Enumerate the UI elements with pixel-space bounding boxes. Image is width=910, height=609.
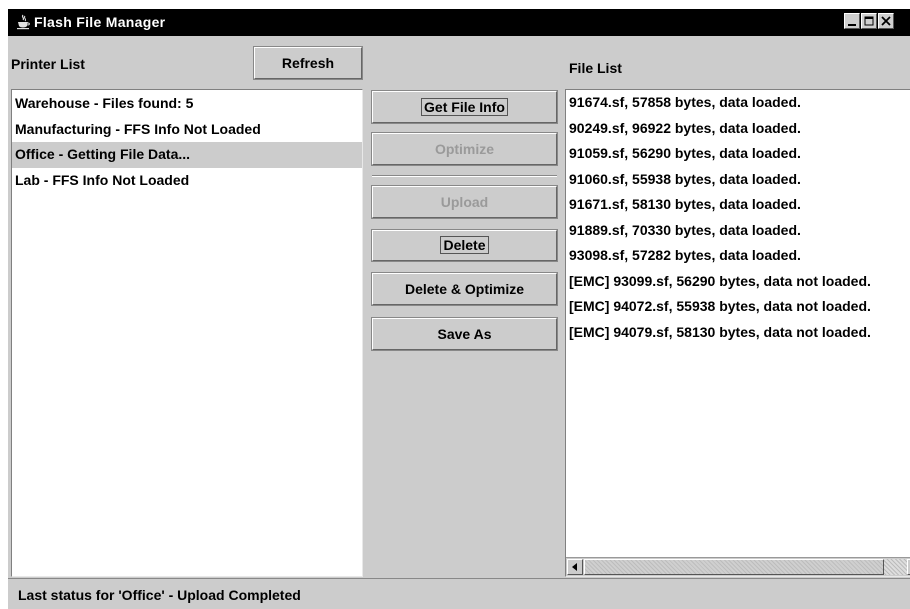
file-item[interactable]: 91059.sf, 56290 bytes, data loaded. — [566, 141, 910, 167]
window-title: Flash File Manager — [34, 14, 166, 30]
separator — [372, 175, 557, 177]
printer-item-warehouse[interactable]: Warehouse - Files found: 5 — [12, 91, 362, 117]
printer-list[interactable]: Warehouse - Files found: 5 Manufacturing… — [11, 89, 363, 577]
printer-item-office[interactable]: Office - Getting File Data... — [12, 142, 362, 168]
minimize-icon[interactable] — [844, 13, 860, 29]
file-item[interactable]: [EMC] 94079.sf, 58130 bytes, data not lo… — [566, 320, 910, 346]
maximize-icon[interactable] — [861, 13, 877, 29]
refresh-button[interactable]: Refresh — [253, 46, 363, 80]
close-icon[interactable] — [878, 13, 894, 29]
scroll-left-icon[interactable] — [567, 559, 583, 575]
delete-button[interactable]: Delete — [371, 229, 558, 262]
printer-list-label: Printer List — [11, 56, 85, 72]
get-file-info-button[interactable]: Get File Info — [371, 90, 558, 124]
java-cup-icon — [17, 14, 30, 30]
title-bar[interactable]: Flash File Manager — [8, 9, 910, 36]
file-item[interactable]: 90249.sf, 96922 bytes, data loaded. — [566, 116, 910, 142]
optimize-button[interactable]: Optimize — [371, 132, 558, 166]
scroll-thumb[interactable] — [584, 559, 884, 575]
file-item[interactable]: 91889.sf, 70330 bytes, data loaded. — [566, 218, 910, 244]
flash-file-manager-window: Flash File Manager Printer List Refresh … — [8, 9, 910, 609]
file-item[interactable]: 91674.sf, 57858 bytes, data loaded. — [566, 90, 910, 116]
file-list-label: File List — [569, 60, 622, 76]
file-item[interactable]: 93098.sf, 57282 bytes, data loaded. — [566, 243, 910, 269]
delete-optimize-button[interactable]: Delete & Optimize — [371, 272, 558, 306]
upload-button[interactable]: Upload — [371, 185, 558, 219]
status-bar: Last status for 'Office' - Upload Comple… — [8, 578, 910, 609]
file-item[interactable]: [EMC] 94072.sf, 55938 bytes, data not lo… — [566, 294, 910, 320]
horizontal-scrollbar[interactable] — [566, 557, 910, 576]
file-item[interactable]: 91671.sf, 58130 bytes, data loaded. — [566, 192, 910, 218]
file-item[interactable]: 91060.sf, 55938 bytes, data loaded. — [566, 167, 910, 193]
status-text: Last status for 'Office' - Upload Comple… — [18, 587, 301, 603]
file-item[interactable]: [EMC] 93099.sf, 56290 bytes, data not lo… — [566, 269, 910, 295]
printer-item-manufacturing[interactable]: Manufacturing - FFS Info Not Loaded — [12, 117, 362, 143]
file-list[interactable]: 91674.sf, 57858 bytes, data loaded. 9024… — [565, 89, 910, 577]
printer-item-lab[interactable]: Lab - FFS Info Not Loaded — [12, 168, 362, 194]
save-as-button[interactable]: Save As — [371, 317, 558, 351]
